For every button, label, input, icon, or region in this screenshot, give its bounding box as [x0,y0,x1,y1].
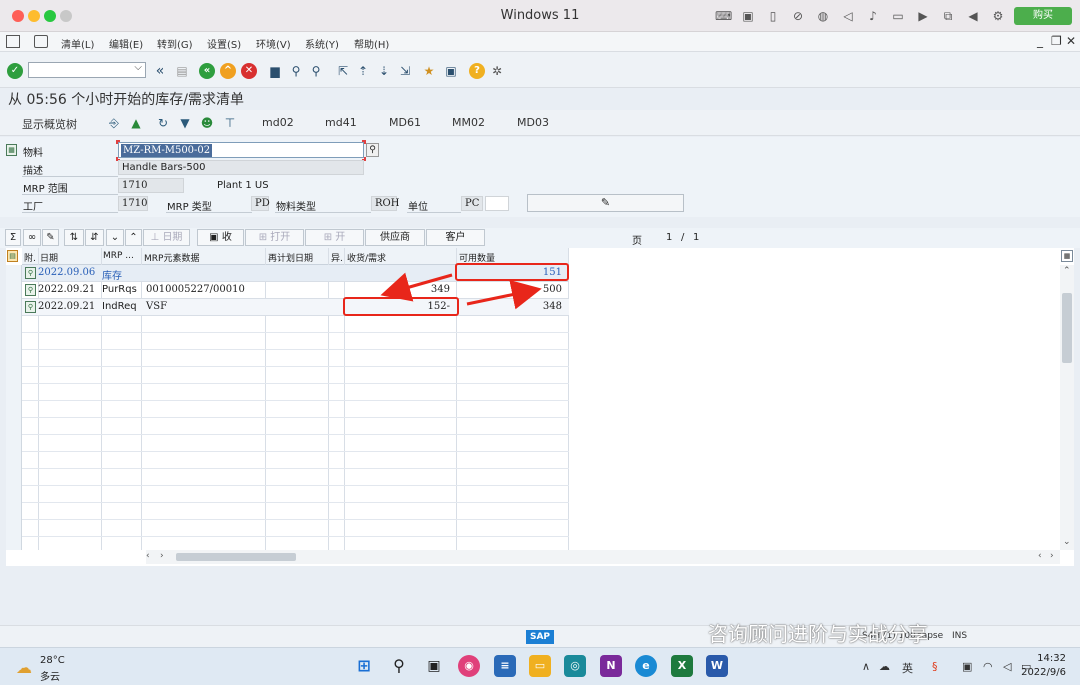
network-icon[interactable]: ◠ [983,660,993,673]
arrow-to-receipt [380,272,453,302]
sap-logo: SAP [526,630,554,644]
onenote-icon[interactable]: N [600,655,622,677]
arrow-to-available [466,279,542,310]
input-method-icon[interactable]: 英 [902,660,913,676]
cloud-sun-icon: ☁ [16,658,32,677]
tray-chevron-icon[interactable]: ∧ [862,660,870,673]
start-icon[interactable]: ⊞ [353,655,375,677]
edge-icon[interactable]: e [635,655,657,677]
annotation-arrows [380,272,542,310]
insert-mode[interactable]: INS [952,631,967,641]
file-explorer-icon[interactable]: ▭ [529,655,551,677]
task-view-icon[interactable]: ▣ [423,655,445,677]
excel-icon[interactable]: X [671,655,693,677]
sap-gui-icon[interactable]: ≡ [494,655,516,677]
app-icon[interactable]: ◎ [564,655,586,677]
clock-time[interactable]: 14:32 [1037,653,1066,664]
word-icon[interactable]: W [706,655,728,677]
windows-taskbar: ☁ 28°C 多云 ⊞ ⚲ ▣ ◉ ≡ ▭ ◎ N e X W ∧ ☁ 英 § … [0,647,1080,685]
clock-date[interactable]: 2022/9/6 [1021,667,1066,678]
temperature: 28°C [40,655,65,666]
onedrive-icon[interactable]: ☁ [879,660,890,673]
antivirus-icon[interactable]: § [932,660,938,673]
watermark: 咨询顾问进阶与实战分享 [708,622,928,646]
volume-icon[interactable]: ◁ [1003,660,1011,673]
display-icon[interactable]: ▣ [962,660,972,673]
weather-text: 多云 [40,672,60,683]
chrome-icon[interactable]: ◉ [458,655,480,677]
search-icon[interactable]: ⚲ [388,655,410,677]
